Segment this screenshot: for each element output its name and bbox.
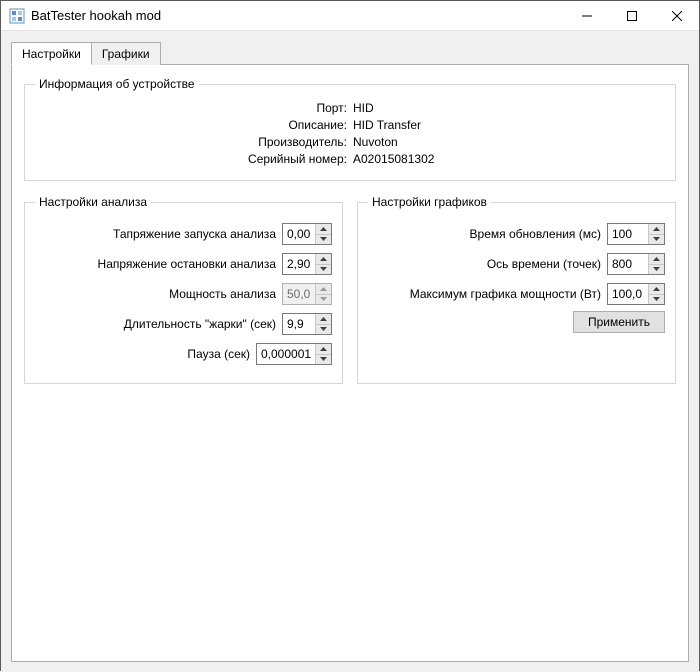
device-info-group: Информация об устройстве Порт: HID Описа…: [24, 77, 676, 181]
label-manufacturer: Производитель:: [140, 135, 347, 149]
spin-up-icon: [316, 284, 331, 294]
spin-buttons[interactable]: [315, 314, 331, 334]
value-description: HID Transfer: [353, 118, 560, 132]
device-info-legend: Информация об устройстве: [35, 77, 199, 91]
pause-spinner[interactable]: [256, 343, 332, 365]
spin-buttons[interactable]: [648, 284, 664, 304]
label-pause: Пауза (сек): [187, 347, 250, 361]
spin-up-icon[interactable]: [316, 344, 331, 354]
spin-buttons[interactable]: [648, 254, 664, 274]
spin-down-icon[interactable]: [316, 264, 331, 275]
start-voltage-input[interactable]: [283, 224, 315, 244]
label-port: Порт:: [140, 101, 347, 115]
minimize-button[interactable]: [564, 1, 609, 30]
spin-down-icon[interactable]: [649, 234, 664, 245]
tabpage-settings: Информация об устройстве Порт: HID Описа…: [11, 64, 689, 662]
time-axis-spinner[interactable]: [607, 253, 665, 275]
spin-up-icon[interactable]: [649, 224, 664, 234]
titlebar: BatTester hookah mod: [1, 1, 699, 31]
app-icon: [9, 8, 25, 24]
refresh-ms-input[interactable]: [608, 224, 648, 244]
label-serial: Серийный номер:: [140, 152, 347, 166]
spin-up-icon[interactable]: [316, 224, 331, 234]
label-power: Мощность анализа: [169, 287, 276, 301]
power-input: [283, 284, 315, 304]
power-max-spinner[interactable]: [607, 283, 665, 305]
client-area: Настройки Графики Информация об устройст…: [1, 31, 699, 672]
close-button[interactable]: [654, 1, 699, 30]
analysis-legend: Настройки анализа: [35, 195, 151, 209]
spin-up-icon[interactable]: [316, 314, 331, 324]
label-power-max: Максимум графика мощности (Вт): [410, 287, 601, 301]
label-description: Описание:: [140, 118, 347, 132]
spin-up-icon[interactable]: [316, 254, 331, 264]
graph-settings-group: Настройки графиков Время обновления (мс): [357, 195, 676, 384]
maximize-button[interactable]: [609, 1, 654, 30]
power-max-input[interactable]: [608, 284, 648, 304]
spin-buttons[interactable]: [315, 224, 331, 244]
analysis-settings-group: Настройки анализа Тапряжение запуска ана…: [24, 195, 343, 384]
stop-voltage-spinner[interactable]: [282, 253, 332, 275]
fry-duration-input[interactable]: [283, 314, 315, 334]
fry-duration-spinner[interactable]: [282, 313, 332, 335]
label-time-axis: Ось времени (точек): [487, 257, 601, 271]
spin-down-icon[interactable]: [316, 354, 331, 365]
spin-down-icon[interactable]: [316, 324, 331, 335]
label-fry-duration: Длительность "жарки" (сек): [124, 317, 276, 331]
window-title: BatTester hookah mod: [31, 8, 161, 23]
value-port: HID: [353, 101, 560, 115]
tab-settings[interactable]: Настройки: [11, 42, 92, 65]
time-axis-input[interactable]: [608, 254, 648, 274]
spin-buttons: [315, 284, 331, 304]
spin-down-icon[interactable]: [649, 264, 664, 275]
graph-legend: Настройки графиков: [368, 195, 491, 209]
spin-buttons[interactable]: [648, 224, 664, 244]
window: BatTester hookah mod Настройки Графики И…: [0, 0, 700, 671]
spin-buttons[interactable]: [315, 344, 331, 364]
label-start-voltage: Тапряжение запуска анализа: [113, 227, 276, 241]
label-refresh-ms: Время обновления (мс): [470, 227, 601, 241]
tab-graphs[interactable]: Графики: [91, 42, 161, 65]
spin-buttons[interactable]: [315, 254, 331, 274]
value-serial: A02015081302: [353, 152, 560, 166]
power-spinner: [282, 283, 332, 305]
spin-down-icon[interactable]: [316, 234, 331, 245]
label-stop-voltage: Напряжение остановки анализа: [98, 257, 276, 271]
value-manufacturer: Nuvoton: [353, 135, 560, 149]
spin-down-icon[interactable]: [649, 294, 664, 305]
spin-down-icon: [316, 294, 331, 305]
refresh-ms-spinner[interactable]: [607, 223, 665, 245]
spin-up-icon[interactable]: [649, 254, 664, 264]
tabstrip: Настройки Графики: [11, 41, 689, 64]
start-voltage-spinner[interactable]: [282, 223, 332, 245]
stop-voltage-input[interactable]: [283, 254, 315, 274]
spin-up-icon[interactable]: [649, 284, 664, 294]
pause-input[interactable]: [257, 344, 315, 364]
apply-button[interactable]: Применить: [573, 311, 665, 333]
